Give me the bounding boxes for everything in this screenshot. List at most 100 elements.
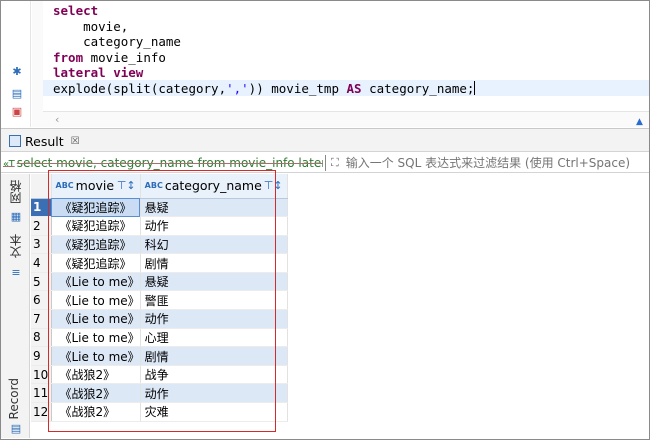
row-number[interactable]: 4 xyxy=(31,253,52,273)
tab-result[interactable]: Result ☒ xyxy=(9,131,80,151)
table-row[interactable]: 4 《疑犯追踪》 剧情 xyxy=(31,253,288,273)
table-row[interactable]: 7 《Lie to me》 动作 xyxy=(31,309,288,329)
filter-query-text: select movie, category_name from movie_i… xyxy=(16,155,323,170)
sql-keyword: from xyxy=(53,49,84,65)
cell-category-name[interactable]: 悬疑 xyxy=(140,198,288,218)
row-number[interactable]: 12 xyxy=(31,402,52,422)
record-view-icon[interactable]: ▤ xyxy=(10,422,22,435)
table-row[interactable]: 11 《战狼2》 动作 xyxy=(31,383,288,404)
column-header-category-name[interactable]: ABC category_name ⊤↕ xyxy=(140,174,288,199)
cell-category-name[interactable]: 科幻 xyxy=(140,235,288,255)
table-row[interactable]: 10 《战狼2》 战争 xyxy=(31,365,288,385)
filter-query[interactable]: «T select movie, category_name from movie… xyxy=(1,156,323,170)
cell-movie[interactable]: 《战狼2》 xyxy=(51,365,141,385)
sql-text: explode(split(category, xyxy=(53,80,227,96)
query-icon: «T xyxy=(3,158,15,170)
sort-filter-icon[interactable]: ⊤↕ xyxy=(117,179,139,192)
text-caret xyxy=(474,80,476,95)
sql-keyword: AS xyxy=(346,80,362,96)
table-row[interactable]: 1 《疑犯追踪》 悬疑 xyxy=(31,198,288,218)
expand-filter-icon[interactable]: ⛶ xyxy=(331,156,339,170)
cell-category-name[interactable]: 剧情 xyxy=(140,346,288,366)
gear-icon[interactable]: ✱ xyxy=(11,65,23,78)
scroll-left-icon[interactable]: ‹ xyxy=(55,113,59,126)
sort-filter-icon[interactable]: ⊤↕ xyxy=(264,179,286,192)
grid-icon xyxy=(9,135,21,147)
row-number[interactable]: 10 xyxy=(31,365,52,385)
editor-horizontal-scrollbar[interactable]: ‹ xyxy=(43,111,649,127)
cell-category-name[interactable]: 心理 xyxy=(140,328,288,348)
code-line[interactable]: explode(split(category,',')) movie_tmp A… xyxy=(53,80,476,97)
cell-category-name[interactable]: 战争 xyxy=(140,365,288,385)
grid-view-icon[interactable]: ▦ xyxy=(10,210,22,223)
table-row[interactable]: 6 《Lie to me》 警匪 xyxy=(31,290,288,311)
row-number[interactable]: 1 xyxy=(31,198,52,218)
text-view-icon[interactable]: ≡ xyxy=(10,266,22,279)
sql-text: category_name; xyxy=(361,80,475,96)
table-row[interactable]: 2 《疑犯追踪》 动作 xyxy=(31,216,288,236)
code-line[interactable]: lateral view xyxy=(53,65,475,81)
result-grid[interactable]: ABC movie ⊤↕ ABC category_name ⊤↕ 1 《疑犯追踪… xyxy=(31,174,288,422)
script-icon[interactable]: ▤ xyxy=(11,87,23,100)
cell-category-name[interactable]: 警匪 xyxy=(140,290,288,311)
cell-category-name[interactable]: 剧情 xyxy=(140,253,288,273)
code-line[interactable]: from movie_info xyxy=(53,50,475,66)
table-row[interactable]: 8 《Lie to me》 心理 xyxy=(31,328,288,348)
cell-movie[interactable]: 《疑犯追踪》 xyxy=(51,198,141,218)
column-header-label: movie xyxy=(75,178,115,194)
script-run-icon[interactable]: ▣ xyxy=(11,105,23,118)
sql-keyword: select xyxy=(53,3,99,18)
cell-category-name[interactable]: 动作 xyxy=(140,383,288,404)
tab-record-view[interactable]: Record xyxy=(7,378,21,419)
code-line[interactable]: category_name xyxy=(53,34,475,50)
table-row[interactable]: 9 《Lie to me》 剧情 xyxy=(31,346,288,366)
cell-category-name[interactable]: 动作 xyxy=(140,216,288,236)
sql-keyword: lateral view xyxy=(53,65,144,80)
table-row[interactable]: 3 《疑犯追踪》 科幻 xyxy=(31,235,288,255)
row-number[interactable]: 3 xyxy=(31,235,52,255)
cell-movie[interactable]: 《疑犯追踪》 xyxy=(51,235,141,255)
row-number[interactable]: 2 xyxy=(31,216,52,236)
sql-code[interactable]: select movie, category_name from movie_in… xyxy=(53,3,476,97)
cell-category-name[interactable]: 灾难 xyxy=(140,402,288,422)
view-side-panel: 网格 ▦ 文本 ≡ Record ▤ xyxy=(1,174,30,438)
result-tabbar: Result ☒ xyxy=(1,128,649,152)
table-row[interactable]: 12 《战狼2》 灾难 xyxy=(31,402,288,422)
cell-movie[interactable]: 《Lie to me》 xyxy=(51,328,141,348)
row-number-header[interactable] xyxy=(31,174,52,199)
filter-separator xyxy=(325,154,326,171)
editor-gutter: ✱ ▤ ▣ xyxy=(1,1,31,127)
sql-text: category_name xyxy=(53,34,181,49)
sql-editor[interactable]: ✱ ▤ ▣ select movie, category_name from mo… xyxy=(1,1,649,127)
cell-category-name[interactable]: 动作 xyxy=(140,309,288,329)
cell-movie[interactable]: 《疑犯追踪》 xyxy=(51,253,141,273)
table-row[interactable]: 5 《Lie to me》 悬疑 xyxy=(31,272,288,292)
row-number[interactable]: 5 xyxy=(31,272,52,292)
cell-movie[interactable]: 《疑犯追踪》 xyxy=(51,216,141,236)
filter-input[interactable] xyxy=(341,153,649,172)
column-header-movie[interactable]: ABC movie ⊤↕ xyxy=(51,174,141,199)
string-type-icon: ABC xyxy=(144,181,163,191)
editor-ruler xyxy=(32,1,43,127)
row-number[interactable]: 9 xyxy=(31,346,52,366)
cell-movie[interactable]: 《Lie to me》 xyxy=(51,272,141,292)
code-line[interactable]: select xyxy=(53,3,475,19)
row-number[interactable]: 11 xyxy=(31,383,52,404)
cell-movie[interactable]: 《Lie to me》 xyxy=(51,346,141,366)
row-number[interactable]: 7 xyxy=(31,309,52,329)
close-icon[interactable]: ☒ xyxy=(71,136,80,147)
column-header-label: category_name xyxy=(164,178,262,194)
code-line[interactable]: movie, xyxy=(53,19,475,35)
cell-movie[interactable]: 《Lie to me》 xyxy=(51,290,141,311)
cell-movie[interactable]: 《战狼2》 xyxy=(51,402,141,422)
tab-grid-view[interactable]: 网格 xyxy=(7,180,24,204)
panel-marker-icon: ▲ xyxy=(636,117,643,127)
cell-movie[interactable]: 《战狼2》 xyxy=(51,383,141,404)
cell-movie[interactable]: 《Lie to me》 xyxy=(51,309,141,329)
sql-string: ',' xyxy=(226,80,249,96)
row-number[interactable]: 6 xyxy=(31,290,52,311)
tab-text-view[interactable]: 文本 xyxy=(7,234,24,258)
row-number[interactable]: 8 xyxy=(31,328,52,348)
sql-text: movie_info xyxy=(83,49,166,65)
cell-category-name[interactable]: 悬疑 xyxy=(140,272,288,292)
